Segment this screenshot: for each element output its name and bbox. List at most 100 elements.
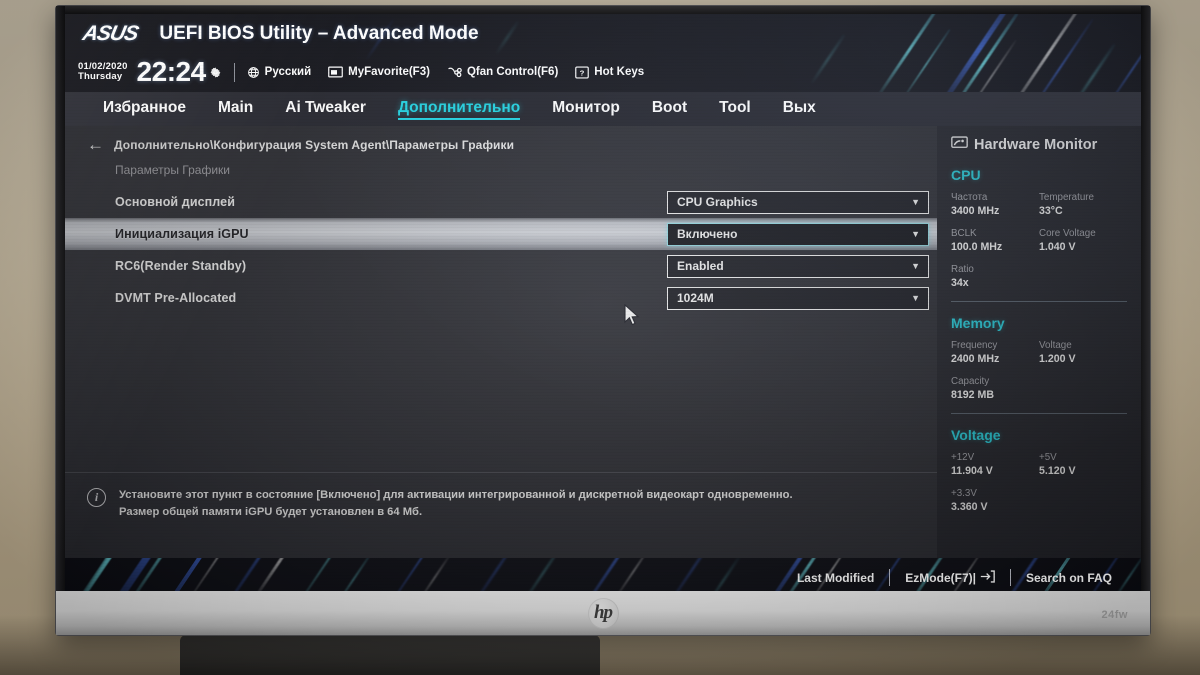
hw-metric-label: Ratio	[951, 264, 974, 275]
setting-dropdown[interactable]: 1024M ▼	[667, 286, 929, 310]
brand-row: ASUS UEFI BIOS Utility – Advanced Mode	[65, 14, 1141, 54]
tab-0[interactable]: Избранное	[103, 99, 186, 119]
setting-row[interactable]: Основной дисплей CPU Graphics ▼	[65, 186, 937, 218]
hw-metric-label: +3.3V	[951, 488, 977, 499]
page-title: UEFI BIOS Utility – Advanced Mode	[159, 23, 479, 44]
tab-1[interactable]: Main	[218, 99, 253, 119]
setting-dropdown[interactable]: Включено ▼	[667, 222, 929, 246]
monitor-icon	[951, 136, 968, 154]
hw-metric-value: 8192 MB	[951, 389, 994, 401]
bios-body: ← Дополнительно\Конфигурация System Agen…	[65, 126, 1141, 558]
globe-icon	[247, 66, 260, 79]
qfan-control-button[interactable]: Qfan Control(F6)	[447, 66, 558, 79]
hw-metric-label: Частота	[951, 192, 988, 203]
hw-metric: Voltage 1.200 V	[1039, 340, 1127, 365]
ezmode-button[interactable]: EzMode(F7)|	[890, 569, 1010, 586]
help-line-2: Размер общей памяти iGPU будет установле…	[119, 506, 423, 519]
hotkeys-label: Hot Keys	[594, 66, 645, 78]
qfan-label: Qfan Control(F6)	[466, 66, 559, 78]
hw-metric: Temperature 33°C	[1039, 192, 1127, 217]
help-line-1: Установите этот пункт в состояние [Включ…	[119, 489, 793, 501]
hp-monitor: ASUS UEFI BIOS Utility – Advanced Mode 0…	[56, 6, 1150, 635]
hw-metric-label: Capacity	[951, 376, 990, 387]
header-divider	[233, 62, 235, 82]
weekday-text: Thursday	[78, 71, 123, 82]
back-arrow-icon[interactable]: ←	[87, 136, 104, 153]
hw-metric-value: 1.200 V	[1039, 353, 1076, 365]
bezel-top	[56, 6, 1150, 14]
hw-metric-label: BCLK	[951, 228, 977, 239]
mouse-cursor	[624, 304, 640, 326]
hw-metric-value: 100.0 MHz	[951, 241, 1003, 253]
hw-metric-value: 34x	[951, 277, 969, 289]
hw-metric: BCLK 100.0 MHz	[951, 228, 1039, 253]
main-panel: ← Дополнительно\Конфигурация System Agen…	[65, 126, 937, 558]
hw-metric: Frequency 2400 MHz	[951, 340, 1039, 365]
hw-metric-value: 1.040 V	[1039, 241, 1076, 253]
hw-metric-value: 33°C	[1039, 205, 1063, 217]
info-icon: i	[87, 488, 106, 507]
setting-label: Инициализация iGPU	[115, 227, 249, 241]
window-icon	[328, 66, 343, 78]
setting-row[interactable]: RC6(Render Standby) Enabled ▼	[65, 250, 937, 282]
hardware-monitor-label: Hardware Monitor	[974, 137, 1098, 153]
hw-row: BCLK 100.0 MHz Core Voltage 1.040 V	[951, 228, 1141, 253]
hw-metric-value: 11.904 V	[951, 465, 993, 477]
hw-group-title: Voltage	[951, 427, 1001, 443]
tab-6[interactable]: Tool	[719, 99, 751, 119]
tab-2[interactable]: Ai Tweaker	[285, 99, 366, 119]
hw-metric-label: Temperature	[1039, 192, 1094, 203]
hw-metric-value: 5.120 V	[1039, 465, 1076, 477]
chevron-down-icon: ▼	[911, 292, 920, 303]
hw-group-title: Memory	[951, 315, 1005, 331]
setting-row[interactable]: DVMT Pre-Allocated 1024M ▼	[65, 282, 937, 314]
setting-label: RC6(Render Standby)	[115, 259, 247, 273]
question-icon: ?	[575, 65, 590, 79]
bezel-bottom: hp 24fw	[56, 591, 1150, 635]
hw-metric-label: +5V	[1039, 452, 1057, 463]
gear-icon[interactable]	[209, 66, 222, 79]
language-label: Русский	[264, 66, 312, 78]
asus-logo: ASUS	[80, 22, 140, 45]
hw-metric: Частота 3400 MHz	[951, 192, 1039, 217]
chevron-down-icon: ▼	[911, 260, 920, 271]
search-faq-button[interactable]: Search on FAQ	[1011, 571, 1127, 585]
myfavorite-label: MyFavorite(F3)	[348, 66, 430, 78]
dropdown-value: Включено	[677, 227, 738, 241]
hw-metric-label: Core Voltage	[1039, 228, 1096, 239]
hardware-monitor-groups: CPU Частота 3400 MHz Temperature 33°C BCLK 100…	[951, 167, 1141, 513]
setting-dropdown[interactable]: CPU Graphics ▼	[667, 190, 929, 214]
setting-row[interactable]: Инициализация iGPU Включено ▼	[65, 218, 937, 250]
hw-metric: Ratio 34x	[951, 264, 1039, 289]
ezmode-label: EzMode(F7)|	[905, 570, 976, 585]
hw-metric: +12V 11.904 V	[951, 452, 1039, 477]
hotkeys-button[interactable]: ? Hot Keys	[575, 65, 645, 79]
setting-label: Основной дисплей	[115, 195, 236, 209]
hw-row: Capacity 8192 MB	[951, 376, 1141, 401]
tab-7[interactable]: Вых	[783, 99, 816, 119]
hw-row: Ratio 34x	[951, 264, 1141, 289]
bezel-left	[56, 6, 65, 635]
tab-active-3[interactable]: Дополнительно	[397, 99, 521, 120]
setting-label: DVMT Pre-Allocated	[115, 291, 237, 305]
tab-4[interactable]: Монитор	[552, 99, 620, 119]
hw-row: +12V 11.904 V +5V 5.120 V	[951, 452, 1141, 477]
exit-arrow-icon	[980, 569, 995, 586]
dropdown-value: 1024M	[677, 291, 714, 305]
hw-metric: Capacity 8192 MB	[951, 376, 1039, 401]
breadcrumb-text: Дополнительно\Конфигурация System Agent\…	[114, 137, 515, 152]
hw-metric: +5V 5.120 V	[1039, 452, 1127, 477]
hw-metric-label: +12V	[951, 452, 975, 463]
bios-screen: ASUS UEFI BIOS Utility – Advanced Mode 0…	[65, 14, 1141, 591]
setting-dropdown[interactable]: Enabled ▼	[667, 254, 929, 278]
hardware-monitor-panel: Hardware Monitor CPU Частота 3400 MHz Tempe…	[937, 126, 1141, 558]
myfavorite-button[interactable]: MyFavorite(F3)	[328, 66, 430, 78]
language-selector[interactable]: Русский	[247, 66, 311, 79]
tab-5[interactable]: Boot	[652, 99, 687, 119]
settings-list: Основной дисплей CPU Graphics ▼ Инициализац…	[65, 186, 937, 314]
dropdown-value: CPU Graphics	[677, 195, 758, 209]
dropdown-value: Enabled	[677, 259, 724, 273]
photo-background: ASUS UEFI BIOS Utility – Advanced Mode 0…	[0, 0, 1200, 675]
last-modified-button[interactable]: Last Modified	[782, 571, 889, 585]
bios-header: ASUS UEFI BIOS Utility – Advanced Mode 0…	[65, 14, 1141, 92]
